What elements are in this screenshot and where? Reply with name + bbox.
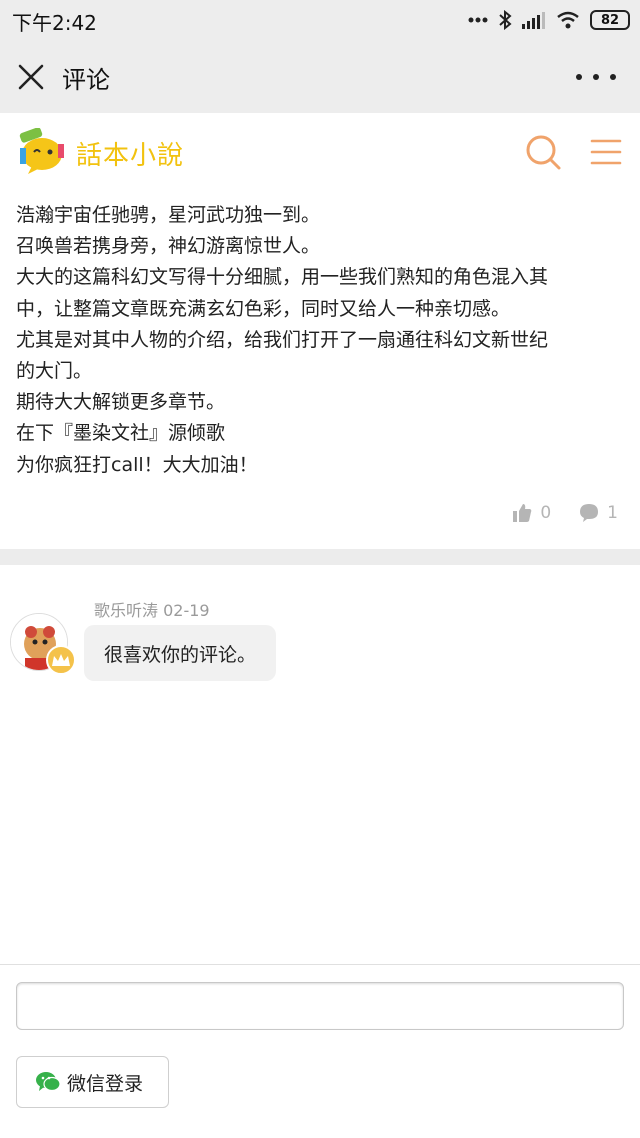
comment-line: 大大的这篇科幻文写得十分细腻，用一些我们熟知的角色混入其 bbox=[16, 266, 549, 289]
reply-count: 1 bbox=[607, 503, 618, 523]
logo-mascot-icon bbox=[19, 128, 64, 174]
site-bar: 話本小說 bbox=[0, 113, 640, 190]
signal-icon bbox=[522, 12, 545, 29]
comment-body: 浩瀚宇宙任驰骋，星河武功独一到。 召唤兽若携身旁，神幻游离惊世人。 大大的这篇科… bbox=[16, 200, 624, 481]
site-logo[interactable]: 話本小說 bbox=[18, 125, 184, 181]
section-divider bbox=[0, 549, 640, 565]
wechat-login-button[interactable]: 微信登录 bbox=[16, 1056, 169, 1108]
bottom-divider bbox=[0, 964, 640, 965]
reply-text: 很喜欢你的评论。 bbox=[104, 643, 257, 666]
dots-icon bbox=[468, 17, 488, 23]
status-bar: 下午2:42 82 bbox=[0, 0, 640, 40]
like-button[interactable]: 0 bbox=[512, 503, 551, 523]
status-icons: 82 bbox=[468, 8, 630, 32]
header: 评论 bbox=[0, 40, 640, 113]
crown-badge-icon bbox=[46, 645, 76, 675]
wifi-icon bbox=[557, 11, 579, 29]
close-icon[interactable] bbox=[16, 62, 46, 92]
comment-actions: 0 1 bbox=[490, 503, 618, 523]
logo-text: 話本小說 bbox=[76, 140, 185, 171]
comment-input[interactable] bbox=[16, 982, 624, 1030]
battery-indicator: 82 bbox=[590, 10, 630, 30]
wechat-login-label: 微信登录 bbox=[67, 1072, 144, 1095]
comment-line: 为你疯狂打call！大大加油！ bbox=[16, 453, 258, 476]
reply-meta: 歌乐听涛 02-19 bbox=[94, 601, 210, 620]
more-dot-icon bbox=[593, 74, 599, 80]
reply-bubble: 很喜欢你的评论。 bbox=[84, 625, 277, 681]
comment-line: 在下『墨染文社』源倾歌 bbox=[16, 422, 226, 445]
comment-line: 浩瀚宇宙任驰骋，星河武功独一到。 bbox=[16, 204, 321, 226]
more-dot-icon bbox=[610, 74, 616, 80]
thumbs-up-icon bbox=[513, 504, 532, 522]
wechat-icon bbox=[36, 1072, 61, 1092]
comment-line: 的大门。 bbox=[16, 360, 93, 383]
comment-line: 召唤兽若携身旁，神幻游离惊世人。 bbox=[16, 235, 321, 258]
comment-line: 期待大大解锁更多章节。 bbox=[16, 391, 226, 414]
page-title: 评论 bbox=[62, 66, 110, 94]
more-options-button[interactable] bbox=[576, 62, 616, 92]
like-count: 0 bbox=[540, 503, 552, 523]
reply-button[interactable]: 1 bbox=[579, 503, 618, 523]
menu-icon[interactable] bbox=[590, 137, 622, 167]
comment-line: 中，让整篇文章既充满玄幻色彩，同时又给人一种亲切感。 bbox=[16, 297, 511, 320]
more-dot-icon bbox=[576, 74, 582, 80]
search-icon[interactable] bbox=[524, 133, 562, 171]
bluetooth-icon bbox=[499, 10, 512, 30]
comment-line: 尤其是对其中人物的介绍，给我们打开了一扇通往科幻文新世纪 bbox=[16, 328, 549, 351]
status-time: 下午2:42 bbox=[12, 11, 97, 35]
comment-bubble-icon bbox=[580, 504, 599, 522]
